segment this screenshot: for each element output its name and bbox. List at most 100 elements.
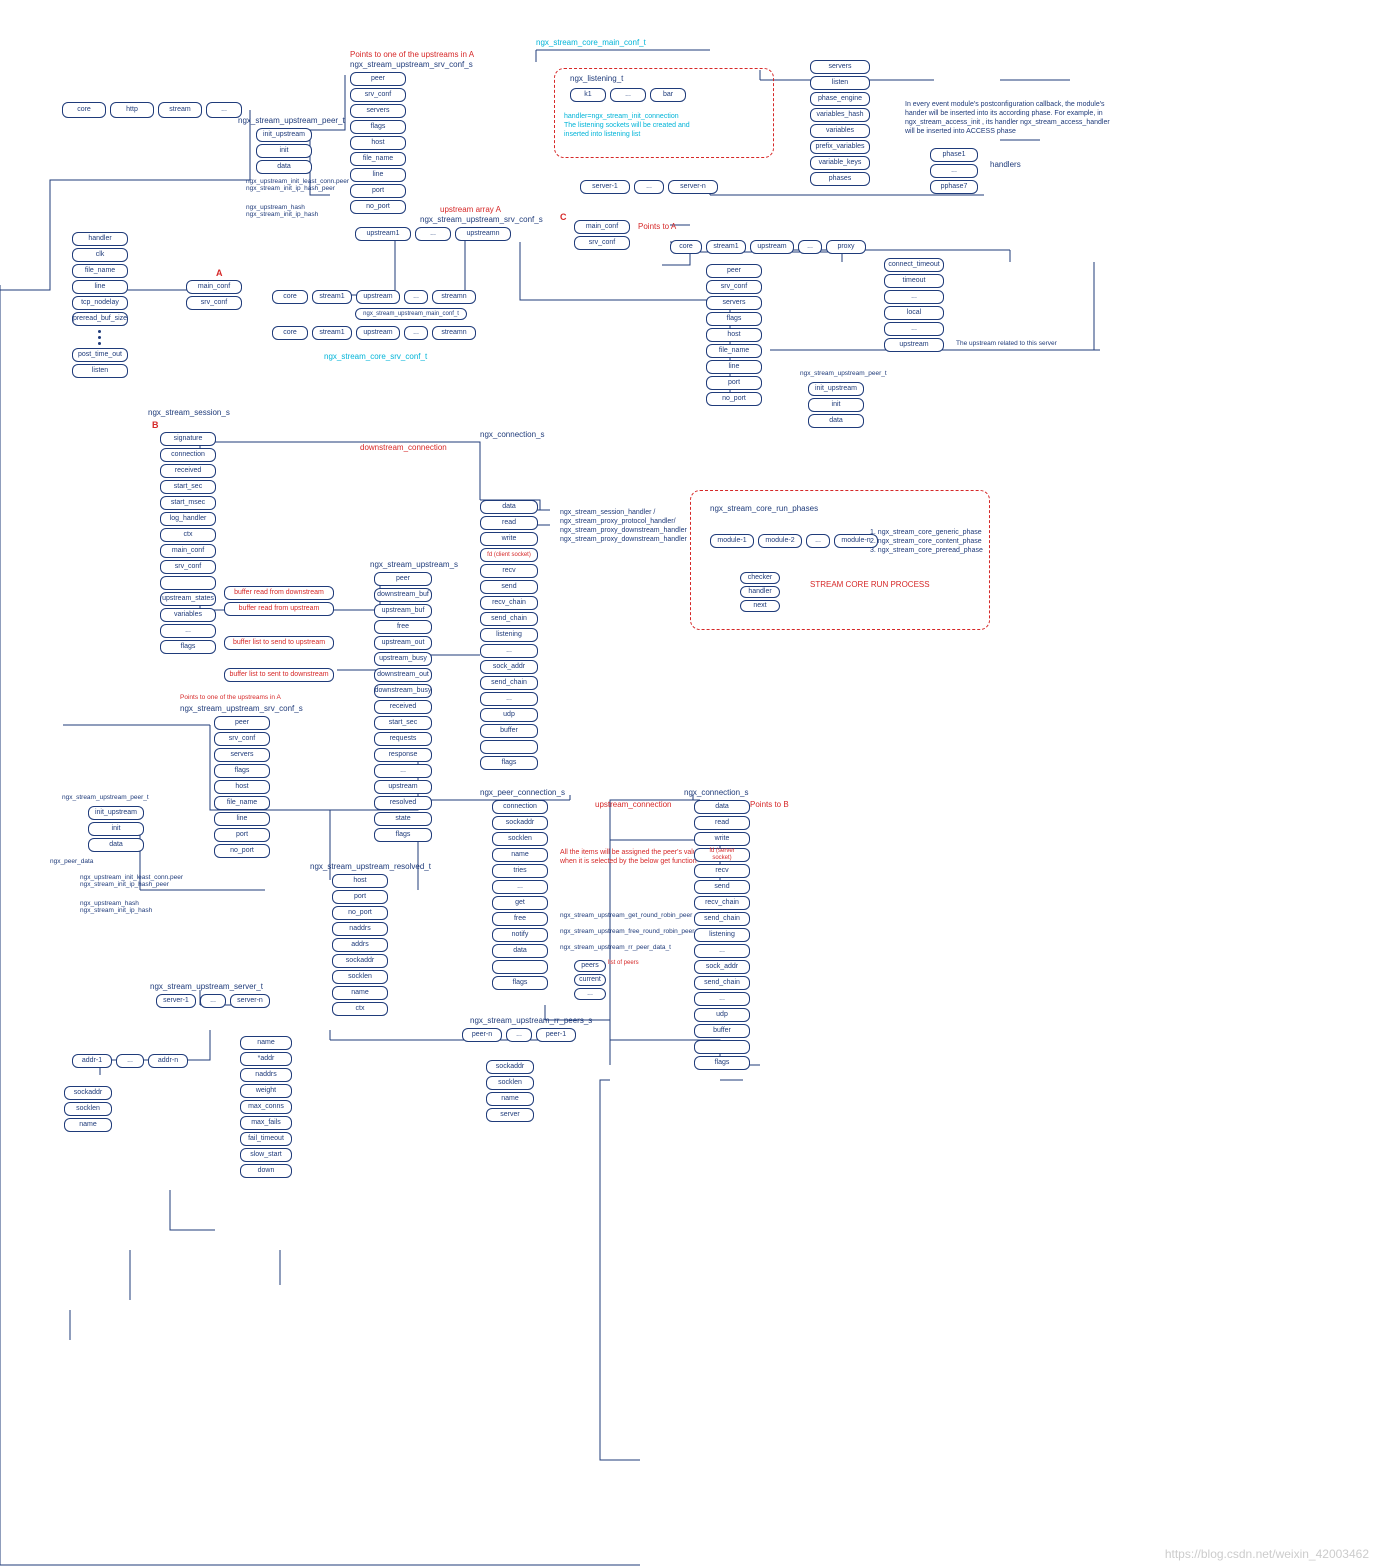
- c2-11: send_chain: [694, 976, 750, 990]
- mod2: module-2: [758, 534, 802, 548]
- c1-2: write: [480, 532, 538, 546]
- p2-0: init_upstream: [808, 382, 864, 396]
- session-title: ngx_stream_session_s: [148, 408, 230, 417]
- sc1-noport: no_port: [350, 200, 406, 214]
- ua-1: upstream1: [355, 227, 411, 241]
- us-sn: server-n: [230, 994, 270, 1008]
- sc2-5: file_name: [706, 344, 762, 358]
- s-11: variables: [160, 608, 216, 622]
- conn1-red: downstream_connection: [360, 443, 447, 452]
- s-7: main_conf: [160, 544, 216, 558]
- sc2-2: servers: [706, 296, 762, 310]
- us-6: downstream_out: [374, 668, 432, 682]
- c2-14: buffer: [694, 1024, 750, 1038]
- watermark: https://blog.csdn.net/weixin_42003462: [1165, 1547, 1369, 1561]
- c2-16: flags: [694, 1056, 750, 1070]
- res-8: ctx: [332, 1002, 388, 1016]
- sc2-8: no_port: [706, 392, 762, 406]
- box-data: data: [256, 160, 312, 174]
- s-10: upstream_states: [160, 592, 216, 606]
- mr-ph: phases: [810, 172, 870, 186]
- sc3-8: no_port: [214, 844, 270, 858]
- c1-3: fd (client socket): [480, 548, 538, 562]
- cr-s1: stream1: [706, 240, 746, 254]
- ll-preread: preread_buf_size: [72, 312, 128, 326]
- box-http: http: [110, 102, 154, 118]
- res-6: socklen: [332, 970, 388, 984]
- mr2-d: ...: [404, 326, 428, 340]
- p3-2: data: [88, 838, 144, 852]
- pc-11: flags: [492, 976, 548, 990]
- mr-pv: prefix_variables: [810, 140, 870, 154]
- rr-d: ...: [506, 1028, 532, 1042]
- mr-v: variables: [810, 124, 870, 138]
- srv-n: server-n: [668, 180, 718, 194]
- mod-d: ...: [806, 534, 830, 548]
- s-9: [160, 576, 216, 590]
- us-0: peer: [374, 572, 432, 586]
- s-1: connection: [160, 448, 216, 462]
- mr1-s1: stream1: [312, 290, 352, 304]
- s-3: start_sec: [160, 480, 216, 494]
- c2-3: fd (server socket): [694, 848, 750, 862]
- addr-d: ...: [116, 1054, 144, 1068]
- upstream-s-title: ngx_stream_upstream_s: [370, 560, 458, 569]
- res-2: no_port: [332, 906, 388, 920]
- addr-1: addr-1: [72, 1054, 112, 1068]
- mr2-sn: streamn: [432, 326, 476, 340]
- c-srv: srv_conf: [574, 236, 630, 250]
- c1-11: send_chain: [480, 676, 538, 690]
- conn1-handlers: ngx_stream_session_handler / ngx_stream_…: [560, 508, 687, 544]
- listening-note: handler=ngx_stream_init_connection The l…: [564, 112, 690, 139]
- pc-2: socklen: [492, 832, 548, 846]
- us-14: resolved: [374, 796, 432, 810]
- res-5: sockaddr: [332, 954, 388, 968]
- listening-title: ngx_listening_t: [570, 74, 623, 83]
- mr1-core: core: [272, 290, 308, 304]
- rr-d0: sockaddr: [486, 1060, 534, 1074]
- conn1-title: ngx_connection_s: [480, 430, 545, 439]
- ll-file: file_name: [72, 264, 128, 278]
- c1-6: recv_chain: [480, 596, 538, 610]
- pc-1: sockaddr: [492, 816, 548, 830]
- c2-12: ...: [694, 992, 750, 1006]
- p3-ha: ngx_upstream_init_least_conn.peer ngx_st…: [80, 874, 183, 888]
- res-4: addrs: [332, 938, 388, 952]
- res-7: name: [332, 986, 388, 1000]
- us-8: received: [374, 700, 432, 714]
- sc2-1: srv_conf: [706, 280, 762, 294]
- c1-12: ...: [480, 692, 538, 706]
- pc-6: get: [492, 896, 548, 910]
- peer-handlers-b: ngx_upstream_hash ngx_stream_init_ip_has…: [246, 204, 318, 218]
- sc3-7: port: [214, 828, 270, 842]
- c1-5: send: [480, 580, 538, 594]
- res-1: port: [332, 890, 388, 904]
- pl-5: upstream: [884, 338, 944, 352]
- sc1-line: line: [350, 168, 406, 182]
- rr-title: ngx_stream_upstream_rr_peers_s: [470, 1016, 592, 1025]
- conn2-title: ngx_connection_s: [684, 788, 749, 797]
- s-6: ctx: [160, 528, 216, 542]
- peers-0: peers: [574, 960, 606, 972]
- s-8: srv_conf: [160, 560, 216, 574]
- proxy-note: The upstream related to this server: [956, 340, 1057, 347]
- c1-8: listening: [480, 628, 538, 642]
- sc3-1: srv_conf: [214, 732, 270, 746]
- main-conf: main_conf: [186, 280, 242, 294]
- sc2-6: line: [706, 360, 762, 374]
- pc-get: ngx_stream_upstream_get_round_robin_peer: [560, 912, 692, 919]
- srv-1: server-1: [580, 180, 630, 194]
- pc-5: ...: [492, 880, 548, 894]
- us-16: flags: [374, 828, 432, 842]
- pc-3: name: [492, 848, 548, 862]
- ua-n: upstreamn: [455, 227, 511, 241]
- label-peer-t-1: ngx_stream_upstream_peer_t: [238, 116, 345, 125]
- phase-d: ...: [930, 164, 978, 178]
- us-11: response: [374, 748, 432, 762]
- c1-4: recv: [480, 564, 538, 578]
- phase1: phase1: [930, 148, 978, 162]
- mr-vk: variable_keys: [810, 156, 870, 170]
- usrv-8: down: [240, 1164, 292, 1178]
- usrv-1: *addr: [240, 1052, 292, 1066]
- buf-d: buffer list to sent to downstream: [224, 668, 334, 682]
